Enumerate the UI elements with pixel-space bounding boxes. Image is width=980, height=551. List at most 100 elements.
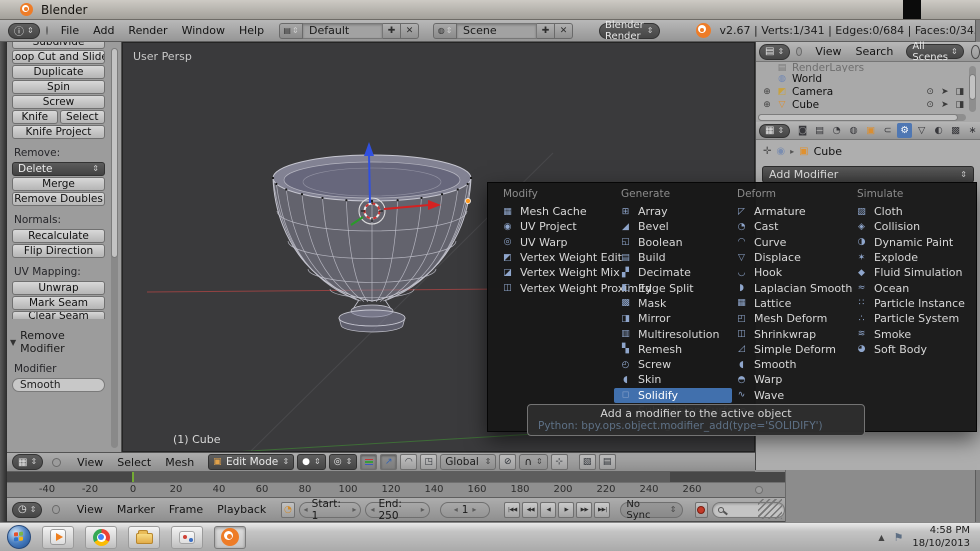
- tool-knife[interactable]: Knife: [12, 110, 58, 124]
- scale-manipulator-button[interactable]: ◳: [420, 454, 438, 470]
- tool-spin[interactable]: Spin: [12, 80, 105, 94]
- tool-screw[interactable]: Screw: [12, 95, 105, 109]
- editor-type-selector[interactable]: ⓘ ⇕: [8, 22, 40, 39]
- tool-delete-dropdown[interactable]: Delete ⇕: [12, 162, 105, 176]
- manipulator-toggle-button[interactable]: [360, 454, 378, 470]
- render-engine-dropdown[interactable]: Blender Render ⇕: [599, 20, 660, 42]
- sync-dropdown[interactable]: No Sync ⇕: [620, 499, 683, 521]
- modifier-item-fluid-simulation[interactable]: ◆ Fluid Simulation: [850, 265, 965, 280]
- modifier-item-screw[interactable]: ◴ Screw: [614, 357, 746, 372]
- modifier-item-cast[interactable]: ◔ Cast: [730, 219, 852, 234]
- jump-to-end-button[interactable]: ▶▶|: [594, 501, 611, 518]
- tool-subdivide[interactable]: Subdivide: [12, 42, 105, 49]
- modifier-item-curve[interactable]: ◠ Curve: [730, 235, 852, 250]
- modifier-item-multiresolution[interactable]: ▥ Multiresolution: [614, 326, 746, 341]
- particles-tab[interactable]: ∗: [965, 123, 980, 138]
- menu-frame[interactable]: Frame: [169, 503, 203, 516]
- modifier-item-edge-split[interactable]: ◧ Edge Split: [614, 280, 746, 295]
- outliner-row-world[interactable]: ◍ World: [762, 72, 980, 85]
- window-titlebar[interactable]: Blender: [0, 0, 980, 20]
- modifier-item-boolean[interactable]: ◱ Boolean: [614, 235, 746, 250]
- menu-select[interactable]: Select: [117, 456, 151, 469]
- tool-flip-direction[interactable]: Flip Direction: [12, 244, 105, 258]
- tool-recalculate[interactable]: Recalculate: [12, 229, 105, 243]
- taskbar-chrome-button[interactable]: [85, 525, 117, 549]
- modifier-item-mesh-deform[interactable]: ◰ Mesh Deform: [730, 311, 852, 326]
- scene-delete-button[interactable]: ✕: [555, 22, 574, 39]
- tool-duplicate[interactable]: Duplicate: [12, 65, 105, 79]
- timeline-collapse-dot[interactable]: [52, 505, 60, 514]
- modifier-item-mirror[interactable]: ◨ Mirror: [614, 311, 746, 326]
- object-data-tab[interactable]: ▽: [914, 123, 929, 138]
- taskbar-explorer-button[interactable]: [128, 525, 160, 549]
- tool-remove-doubles[interactable]: Remove Doubles: [12, 192, 105, 206]
- region-resize-grip[interactable]: [758, 499, 782, 519]
- tool-knife-project[interactable]: Knife Project: [12, 125, 105, 139]
- modifier-item-hook[interactable]: ◡ Hook: [730, 265, 852, 280]
- layout-delete-button[interactable]: ✕: [401, 22, 420, 39]
- layout-browse-icon[interactable]: ▤ ⇕: [279, 22, 304, 39]
- menu-render[interactable]: Render: [128, 24, 167, 37]
- current-frame-field[interactable]: ◂ 1 ▸: [439, 501, 491, 518]
- modifier-item-array[interactable]: ⊞ Array: [614, 204, 746, 219]
- texture-tab[interactable]: ▩: [948, 123, 963, 138]
- modifier-item-bevel[interactable]: ◢ Bevel: [614, 219, 746, 234]
- modifier-item-soft-body[interactable]: ◕ Soft Body: [850, 342, 965, 357]
- timeline-editor-selector[interactable]: ◷ ⇕: [12, 501, 43, 518]
- render-opengl-button[interactable]: ▧: [578, 454, 596, 470]
- modifier-item-cloth[interactable]: ▨ Cloth: [850, 204, 965, 219]
- scene-add-button[interactable]: ✚: [537, 22, 556, 39]
- next-keyframe-button[interactable]: ▶▶: [576, 501, 593, 518]
- visibility-eye-icon[interactable]: ⊙: [926, 87, 934, 97]
- constraints-tab[interactable]: ⊂: [880, 123, 895, 138]
- outliner-row-renderlayers[interactable]: ▤ RenderLayers: [762, 63, 980, 72]
- auto-keyframe-button[interactable]: [694, 501, 708, 518]
- use-preview-range-button[interactable]: ◔: [281, 501, 295, 518]
- snap-element-button[interactable]: ⊹: [550, 454, 568, 470]
- modifier-item-shrinkwrap[interactable]: ◫ Shrinkwrap: [730, 326, 852, 341]
- modifier-item-displace[interactable]: ▽ Displace: [730, 250, 852, 265]
- modifier-item-particle-instance[interactable]: ∷ Particle Instance: [850, 296, 965, 311]
- modifier-item-smooth[interactable]: ◖ Smooth: [730, 357, 852, 372]
- renderable-camera-icon[interactable]: ◨: [955, 87, 964, 97]
- search-icon[interactable]: [970, 44, 980, 59]
- menu-file[interactable]: File: [61, 24, 79, 37]
- panel-header-remove-modifier[interactable]: ▼ Remove Modifier: [10, 329, 105, 355]
- modifier-item-lattice[interactable]: ▦ Lattice: [730, 296, 852, 311]
- current-frame-marker[interactable]: [132, 472, 134, 482]
- action-center-flag-icon[interactable]: ⚑: [893, 531, 903, 544]
- taskbar-paint-button[interactable]: [171, 525, 203, 549]
- jump-to-start-button[interactable]: |◀◀: [504, 501, 521, 518]
- modifiers-tab[interactable]: ⚙: [897, 123, 913, 138]
- modifier-item-simple-deform[interactable]: ◿ Simple Deform: [730, 342, 852, 357]
- scene-browse-icon[interactable]: ◍ ⇕: [433, 22, 458, 39]
- modifier-item-skin[interactable]: ◖ Skin: [614, 372, 746, 387]
- outliner-filter-dropdown[interactable]: All Scenes ⇕: [906, 41, 964, 63]
- menu-view[interactable]: View: [77, 503, 103, 516]
- modifier-item-explode[interactable]: ✶ Explode: [850, 250, 965, 265]
- viewport-collapse-icon[interactable]: [52, 457, 62, 467]
- world-tab[interactable]: ◍: [846, 123, 861, 138]
- tool-shelf-scrollbar[interactable]: [111, 48, 118, 448]
- layout-name-field[interactable]: Default: [303, 22, 384, 39]
- taskbar-clock[interactable]: 4:58 PM 18/10/2013: [912, 524, 970, 550]
- render-tab[interactable]: ◙: [795, 123, 810, 138]
- scene-name-field[interactable]: Scene: [457, 22, 538, 39]
- start-button[interactable]: [7, 525, 31, 549]
- translate-manipulator-button[interactable]: ↗: [380, 454, 398, 470]
- outliner-collapse-icon[interactable]: [796, 47, 803, 56]
- renderable-camera-icon[interactable]: ◨: [955, 100, 964, 110]
- play-reverse-button[interactable]: ◀: [540, 501, 557, 518]
- modifier-item-remesh[interactable]: ▚ Remesh: [614, 342, 746, 357]
- prev-keyframe-button[interactable]: ◀◀: [522, 501, 539, 518]
- timeline-band[interactable]: [7, 472, 785, 482]
- frame-start-field[interactable]: ◂ Start: 1 ▸: [298, 498, 362, 522]
- tool-clear-seam[interactable]: Clear Seam: [12, 311, 105, 319]
- viewport-editor-selector[interactable]: ▦ ⇕: [12, 454, 44, 470]
- menu-playback[interactable]: Playback: [217, 503, 266, 516]
- properties-editor-selector[interactable]: ▦ ⇕: [759, 123, 791, 138]
- outliner-hscrollbar[interactable]: [758, 114, 966, 121]
- outliner-row-camera[interactable]: ⊕ ◩ Camera ⊙ ➤ ◨: [762, 85, 980, 98]
- mode-dropdown[interactable]: ▣ Edit Mode ⇕: [208, 454, 295, 470]
- add-modifier-button[interactable]: Add Modifier ⇕: [762, 166, 974, 183]
